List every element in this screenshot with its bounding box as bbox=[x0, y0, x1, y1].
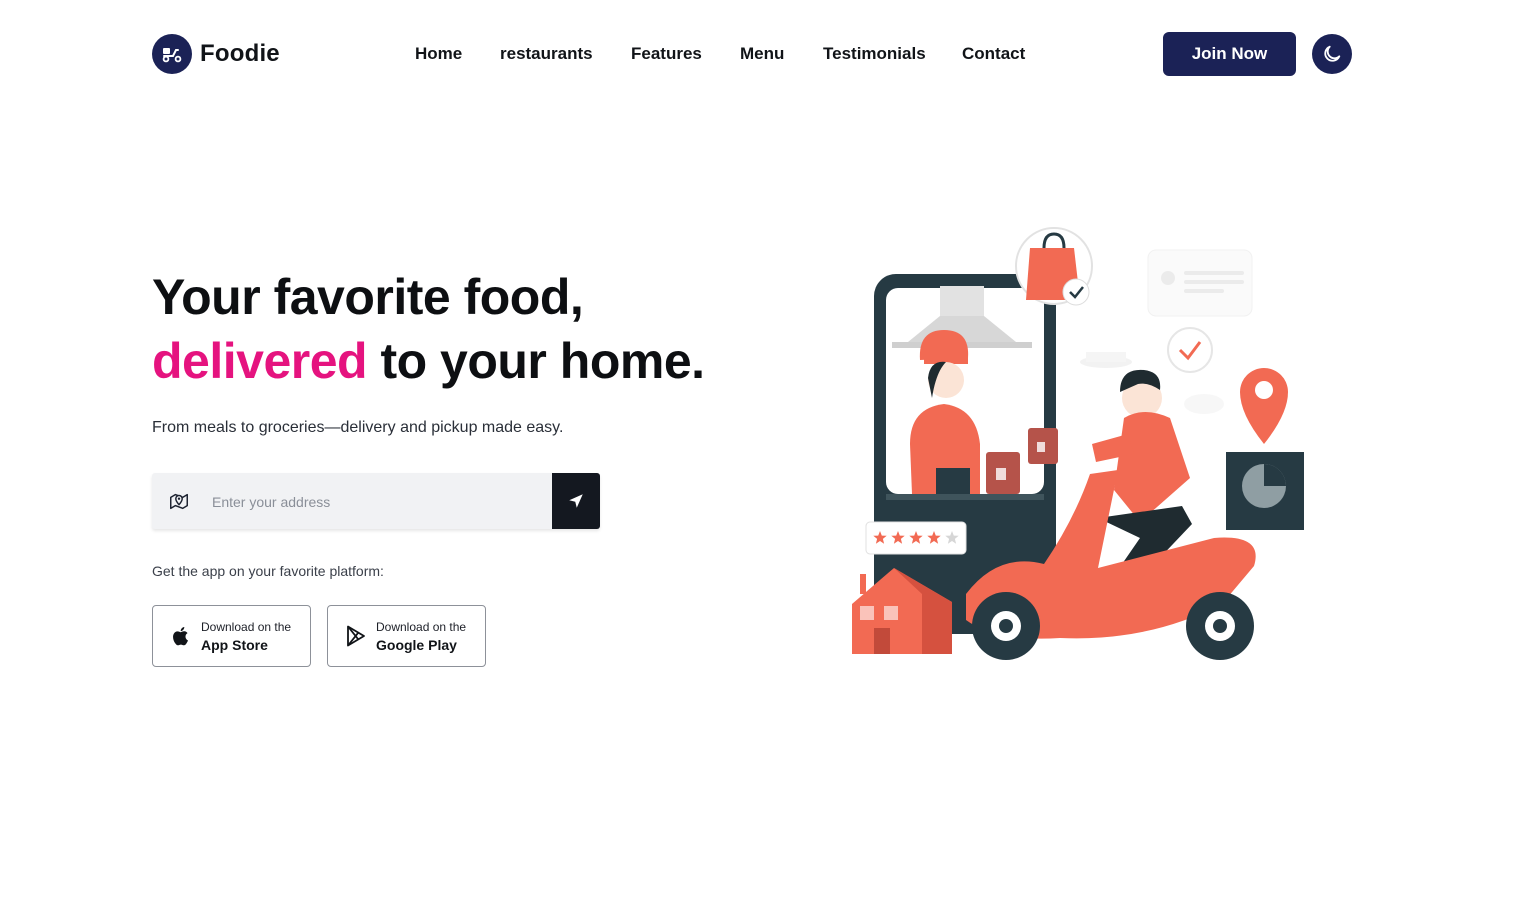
scooter-icon bbox=[152, 34, 192, 74]
moon-icon bbox=[1324, 45, 1341, 62]
nav-testimonials[interactable]: Testimonials bbox=[823, 44, 926, 64]
chat-bubble-graphic bbox=[1147, 249, 1253, 317]
brand-logo[interactable]: Foodie bbox=[152, 34, 280, 74]
map-pin-icon bbox=[170, 493, 188, 510]
delivery-illustration bbox=[852, 227, 1304, 660]
apple-icon bbox=[173, 627, 188, 646]
google-play-line1: Download on the bbox=[376, 620, 467, 634]
brand-name: Foodie bbox=[200, 40, 280, 67]
app-store-line1: Download on the bbox=[201, 620, 292, 634]
app-store-button[interactable]: Download on the App Store bbox=[152, 605, 311, 667]
hero-subtitle: From meals to groceries—delivery and pic… bbox=[152, 419, 564, 436]
nav-home[interactable]: Home bbox=[415, 44, 462, 64]
nav-contact[interactable]: Contact bbox=[962, 44, 1025, 64]
platform-text: Get the app on your favorite platform: bbox=[152, 563, 384, 579]
nav-menu[interactable]: Menu bbox=[740, 44, 784, 64]
hero-title-line1: Your favorite food, bbox=[152, 269, 584, 325]
address-submit-button[interactable] bbox=[552, 473, 600, 529]
join-now-button[interactable]: Join Now bbox=[1163, 32, 1296, 76]
app-store-line2: App Store bbox=[201, 637, 268, 653]
google-play-line2: Google Play bbox=[376, 637, 457, 653]
hero-title-accent: delivered bbox=[152, 333, 368, 389]
theme-toggle-button[interactable] bbox=[1312, 34, 1352, 74]
hero-title-rest: to your home. bbox=[367, 333, 705, 389]
nav-features[interactable]: Features bbox=[631, 44, 702, 64]
hero-title: Your favorite food, delivered to your ho… bbox=[152, 265, 705, 393]
google-play-button[interactable]: Download on the Google Play bbox=[327, 605, 486, 667]
address-input[interactable] bbox=[210, 473, 544, 531]
google-play-icon bbox=[347, 625, 365, 647]
nav-restaurants[interactable]: restaurants bbox=[500, 44, 593, 64]
address-search bbox=[152, 473, 600, 531]
send-arrow-icon bbox=[569, 494, 583, 508]
location-pin-graphic bbox=[1240, 368, 1288, 444]
